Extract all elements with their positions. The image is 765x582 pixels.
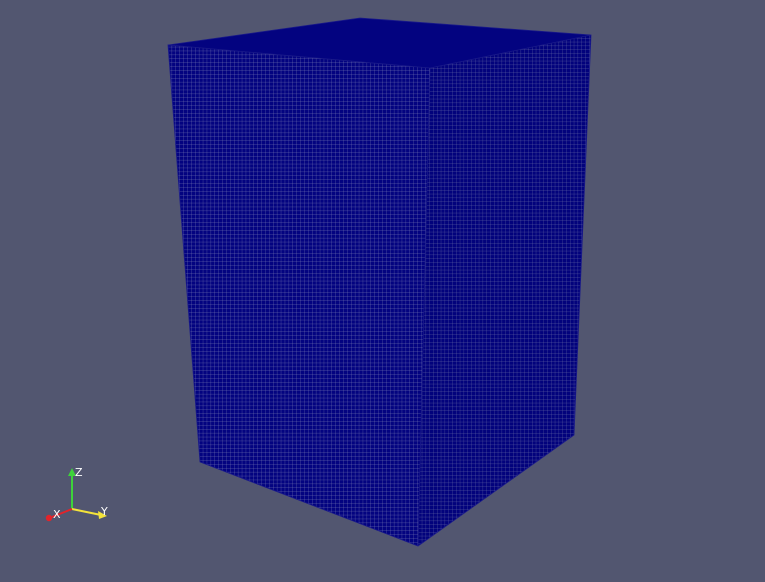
- z-axis-label: Z: [75, 466, 83, 479]
- right-face-shade: [418, 35, 591, 546]
- x-axis-arrow: [45, 514, 53, 522]
- x-axis-label: X: [53, 508, 61, 521]
- y-axis-line: [71, 508, 102, 516]
- left-face: [168, 45, 430, 546]
- render-viewport[interactable]: Z Y X: [0, 0, 765, 582]
- box-mesh[interactable]: [167, 17, 592, 547]
- orientation-axes: Z Y X: [45, 466, 108, 522]
- y-axis-label: Y: [100, 505, 108, 518]
